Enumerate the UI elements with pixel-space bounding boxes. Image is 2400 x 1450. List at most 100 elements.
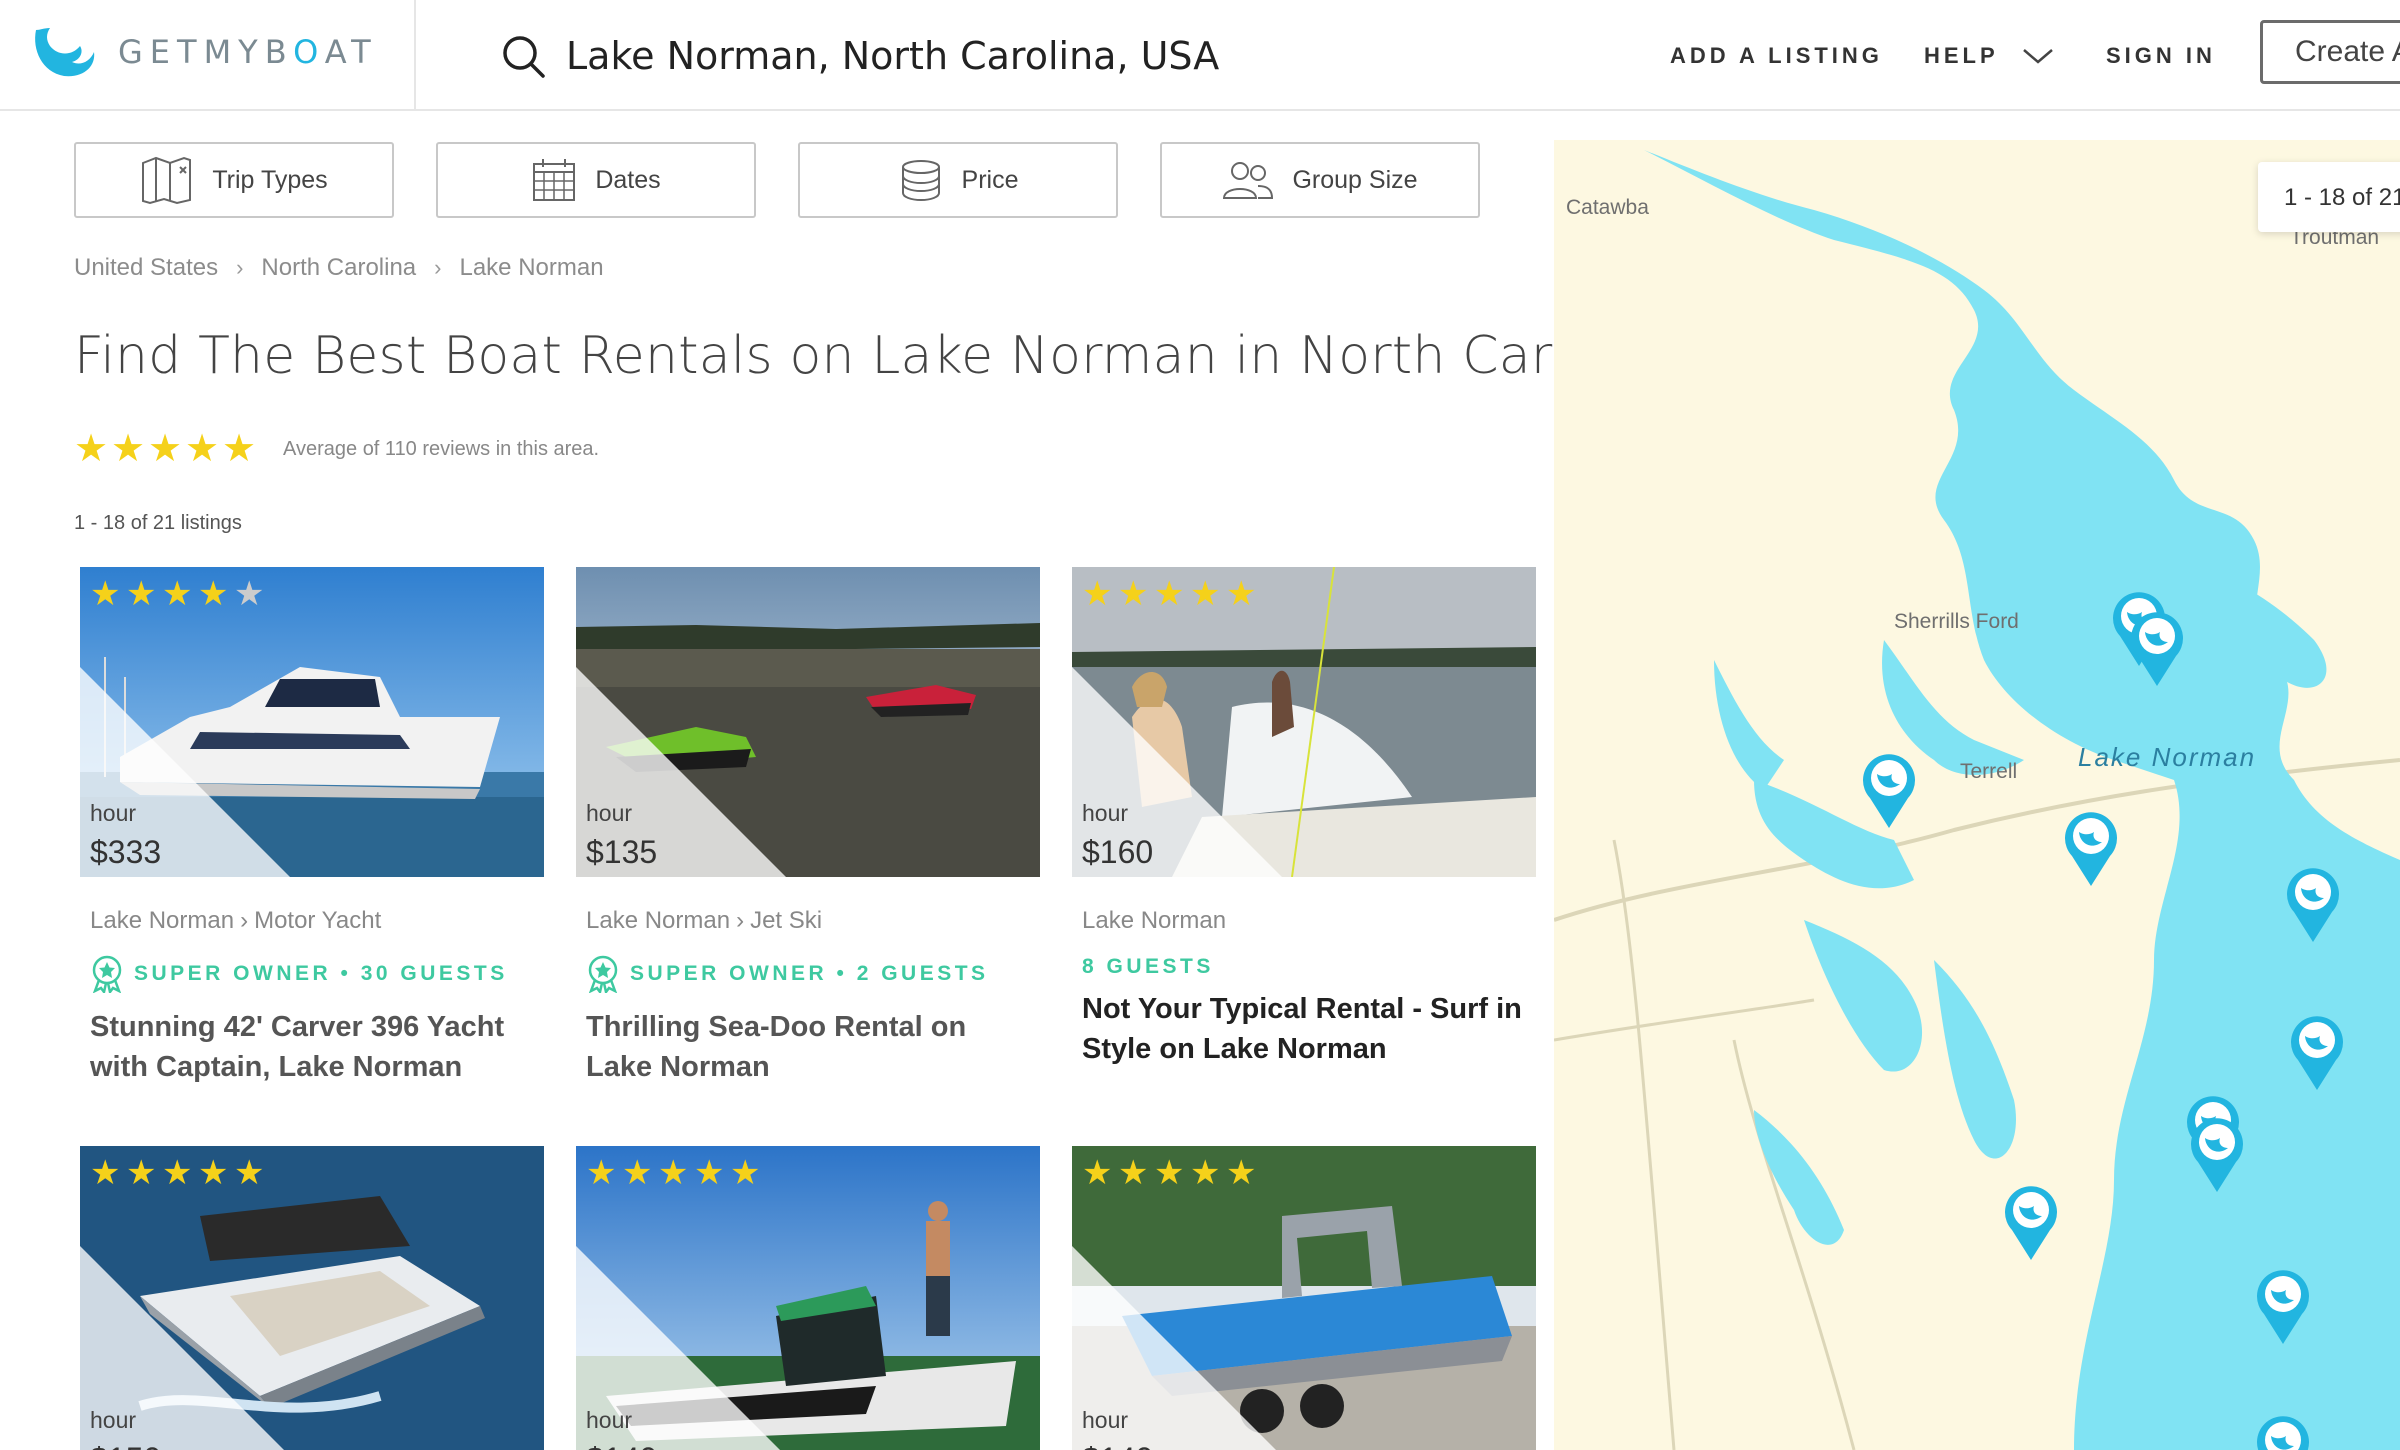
star-icon: ★	[234, 1154, 265, 1192]
star-icon: ★	[126, 575, 157, 613]
help-menu[interactable]: HELP	[1924, 0, 2055, 111]
create-account-button[interactable]: Create A	[2260, 20, 2400, 84]
filter-label: Trip Types	[212, 165, 328, 194]
star-icon: ★	[111, 428, 146, 470]
star-icon: ★	[90, 575, 121, 613]
lake-norman-water	[1554, 150, 2400, 1450]
star-icon: ★	[1226, 1154, 1257, 1192]
card-rating: ★ ★ ★ ★ ★	[90, 577, 270, 611]
star-icon: ★	[730, 1154, 761, 1192]
map-label-sherrills-ford: Sherrills Ford	[1894, 610, 2019, 633]
search-input[interactable]: Lake Norman, North Carolina, USA	[566, 34, 1219, 78]
listing-card[interactable]: ★ ★ ★ ★ ★ hour $160 Lake Norman 8 GUESTS Not…	[1072, 567, 1536, 1069]
badge-text: SUPER OWNER • 2 GUESTS	[630, 962, 989, 985]
boat-type[interactable]: Jet Ski	[750, 907, 822, 935]
badge-text: SUPER OWNER • 30 GUESTS	[134, 962, 508, 985]
listing-card[interactable]: ★★★★★ hour $140	[576, 1146, 1040, 1450]
location-name[interactable]: Lake Norman	[1082, 907, 1226, 935]
map-pin-icon[interactable]	[2254, 1412, 2312, 1450]
map-pin-icon[interactable]	[2002, 1182, 2060, 1262]
add-listing-link[interactable]: ADD A LISTING	[1670, 0, 1883, 111]
star-icon: ★	[1082, 1154, 1113, 1192]
listing-photo[interactable]: ★★★★★ hour $150	[80, 1146, 544, 1450]
star-icon: ★	[222, 428, 257, 470]
sign-in-link[interactable]: SIGN IN	[2106, 0, 2216, 111]
dates-filter[interactable]: Dates	[436, 142, 756, 218]
super-owner-icon	[588, 955, 618, 993]
listing-photo[interactable]: hour $135	[576, 567, 1040, 877]
map-pin-icon[interactable]	[1860, 750, 1918, 830]
location-search[interactable]: Lake Norman, North Carolina, USA	[500, 26, 1219, 86]
boat-type[interactable]: Motor Yacht	[254, 907, 381, 935]
price-value: $150	[90, 1441, 161, 1450]
listing-photo[interactable]: ★★★★★ hour $140	[576, 1146, 1040, 1450]
listing-card[interactable]: ★★★★★ hour $140	[1072, 1146, 1536, 1450]
star-icon: ★	[1118, 1154, 1149, 1192]
star-icon: ★	[162, 1154, 193, 1192]
filter-label: Dates	[595, 165, 661, 194]
map-pin-icon[interactable]	[2284, 864, 2342, 944]
super-owner-icon	[92, 955, 122, 993]
chevron-right-icon: ›	[240, 907, 249, 934]
whale-logo-icon	[35, 28, 95, 77]
listing-title[interactable]: Stunning 42' Carver 396 Yacht with Capta…	[80, 1007, 540, 1087]
group-size-filter[interactable]: Group Size	[1160, 142, 1480, 218]
map-pin-icon[interactable]	[2288, 1012, 2346, 1092]
price-value: $160	[1082, 834, 1154, 870]
card-rating: ★ ★ ★ ★ ★	[1082, 1156, 1262, 1190]
star-icon: ★	[234, 575, 265, 613]
breadcrumb-lake-norman[interactable]: Lake Norman	[459, 254, 603, 282]
card-location: Lake Norman › Motor Yacht	[80, 907, 544, 935]
page-title: Find The Best Boat Rentals on Lake Norma…	[74, 326, 1678, 386]
badge-text: 8 GUESTS	[1082, 955, 1214, 978]
map-icon	[142, 156, 192, 205]
map-pin-icon[interactable]	[2062, 808, 2120, 888]
card-location: Lake Norman › Jet Ski	[576, 907, 1040, 935]
people-icon	[1223, 162, 1274, 199]
breadcrumb: United States › North Carolina › Lake No…	[74, 254, 604, 282]
top-header: GETMYBOAT Lake Norman, North Carolina, U…	[0, 0, 2400, 111]
listing-photo[interactable]: ★ ★ ★ ★ ★ hour $333	[80, 567, 544, 877]
filter-label: Price	[961, 165, 1019, 194]
listing-photo[interactable]: ★ ★ ★ ★ ★ hour $160	[1072, 567, 1536, 877]
card-badge: 8 GUESTS	[1072, 955, 1536, 979]
listing-title[interactable]: Not Your Typical Rental - Surf in Style …	[1072, 989, 1532, 1069]
listing-card[interactable]: ★ ★ ★ ★ ★ hour $333 Lake Norman › Motor Yacht …	[80, 567, 544, 1087]
star-icon: ★	[198, 1154, 229, 1192]
star-icon: ★	[1190, 575, 1221, 613]
star-icon: ★	[1154, 1154, 1185, 1192]
price-value: $135	[586, 834, 658, 870]
listing-card[interactable]: ★★★★★ hour $150	[80, 1146, 544, 1450]
breadcrumb-united-states[interactable]: United States	[74, 254, 218, 282]
chevron-right-icon: ›	[236, 255, 244, 280]
map-pin-icon[interactable]	[2128, 608, 2186, 688]
star-icon: ★	[185, 428, 220, 470]
star-icon: ★	[90, 1154, 121, 1192]
star-icon: ★	[586, 1154, 617, 1192]
listing-photo[interactable]: ★★★★★ hour $140	[1072, 1146, 1536, 1450]
breadcrumb-north-carolina[interactable]: North Carolina	[261, 254, 416, 282]
price-unit: hour	[90, 1407, 137, 1433]
map-label-terrell: Terrell	[1960, 760, 2018, 783]
star-icon: ★	[622, 1154, 653, 1192]
location-name[interactable]: Lake Norman	[90, 907, 234, 935]
price-filter[interactable]: Price	[798, 142, 1118, 218]
listing-count: 1 - 18 of 21 listings	[74, 512, 242, 534]
price-unit: hour	[1082, 800, 1129, 826]
filter-label: Group Size	[1292, 165, 1418, 194]
listing-title[interactable]: Thrilling Sea-Doo Rental on Lake Norman	[576, 1007, 1036, 1087]
listing-card[interactable]: hour $135 Lake Norman › Jet Ski SUPER OWNE…	[576, 567, 1040, 1087]
price-unit: hour	[90, 800, 137, 826]
chevron-right-icon: ›	[736, 907, 745, 934]
price-value: $333	[90, 834, 162, 870]
map-pin-icon[interactable]	[2188, 1114, 2246, 1194]
location-name[interactable]: Lake Norman	[586, 907, 730, 935]
map-pin-icon[interactable]	[2254, 1266, 2312, 1346]
price-value: $140	[1082, 1441, 1153, 1450]
chevron-down-icon	[2022, 48, 2053, 64]
star-icon: ★	[162, 575, 193, 613]
getmyboat-logo[interactable]: GETMYBOAT	[28, 22, 378, 82]
coins-icon	[901, 160, 940, 202]
trip-types-filter[interactable]: Trip Types	[74, 142, 394, 218]
results-map[interactable]: Catawba Troutman Sherrills Ford Terrell …	[1554, 140, 2400, 1450]
